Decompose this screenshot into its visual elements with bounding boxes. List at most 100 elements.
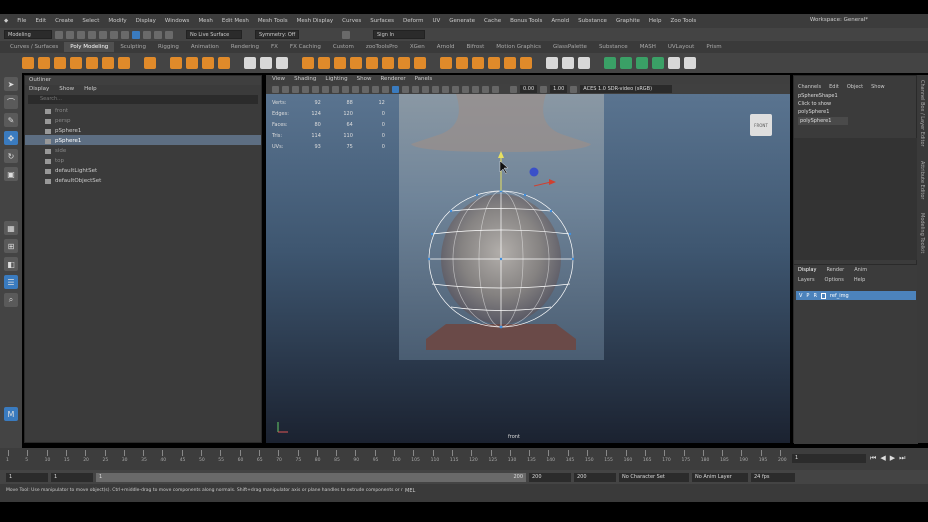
menu-item-help[interactable]: Help: [649, 18, 662, 24]
view-cube[interactable]: FRONT: [750, 114, 772, 136]
outliner-item[interactable]: defaultObjectSet: [25, 175, 261, 185]
outliner-layout-icon[interactable]: ☰: [4, 275, 18, 289]
paint-select-icon[interactable]: ✎: [4, 113, 18, 127]
cb-input-node-2[interactable]: polySphere1: [798, 117, 848, 125]
combine-icon[interactable]: [244, 57, 256, 69]
separate-icon[interactable]: [260, 57, 272, 69]
play-backward-icon[interactable]: ◀: [880, 454, 885, 462]
menu-item-surfaces[interactable]: Surfaces: [370, 18, 394, 24]
outliner-item[interactable]: persp: [25, 115, 261, 125]
outliner-item[interactable]: pSphere1: [25, 125, 261, 135]
shelf-tab-fx-caching[interactable]: FX Caching: [284, 42, 327, 52]
shelf-tab-poly-modeling[interactable]: Poly Modeling: [64, 42, 115, 52]
field-chart-icon[interactable]: [342, 85, 349, 93]
outliner-item[interactable]: pSphere1: [25, 135, 261, 145]
shelf-tab-prism[interactable]: Prism: [700, 42, 727, 52]
vp-menu-lighting[interactable]: Lighting: [325, 76, 347, 83]
shelf-tab-zootoolspro[interactable]: zooToolsPro: [360, 42, 404, 52]
side-tab-attribute-editor[interactable]: Attribute Editor: [919, 161, 925, 199]
playback-end-field[interactable]: 200: [529, 472, 571, 482]
outliner-item[interactable]: front: [25, 105, 261, 115]
render-icon[interactable]: [342, 30, 350, 39]
soft-mod-icon[interactable]: [562, 57, 574, 69]
search-icon[interactable]: ⌕: [4, 293, 18, 307]
tools-icon[interactable]: [684, 57, 696, 69]
snap-point-icon[interactable]: [165, 30, 173, 39]
shelf-tab-rendering[interactable]: Rendering: [225, 42, 265, 52]
menu-item-deform[interactable]: Deform: [403, 18, 423, 24]
undo-icon[interactable]: [88, 30, 96, 39]
menu-item-uv[interactable]: UV: [432, 18, 440, 24]
side-tab-channel-box[interactable]: Channel Box / Layer Editor: [919, 80, 925, 147]
end-time-field[interactable]: 200: [574, 472, 616, 482]
collapse-icon[interactable]: [472, 57, 484, 69]
extrude-icon[interactable]: [170, 57, 182, 69]
uv-unfold-icon[interactable]: [620, 57, 632, 69]
lights-icon[interactable]: [412, 85, 419, 93]
connect-icon[interactable]: [382, 57, 394, 69]
poly-platonic-icon[interactable]: [144, 57, 156, 69]
isolate-select-icon[interactable]: [462, 85, 469, 93]
workspace-selector[interactable]: Workspace: General*: [810, 17, 868, 23]
menu-item-mesh-tools[interactable]: Mesh Tools: [258, 18, 288, 24]
menu-item-arnold[interactable]: Arnold: [551, 18, 569, 24]
xray-icon[interactable]: [472, 85, 479, 93]
layer-menu-options[interactable]: Options: [825, 277, 844, 283]
textured-icon[interactable]: [402, 85, 409, 93]
mel-label[interactable]: MEL: [405, 488, 415, 494]
crease-icon[interactable]: [578, 57, 590, 69]
persp-outliner-icon[interactable]: ◧: [4, 257, 18, 271]
insert-loop-icon[interactable]: [440, 57, 452, 69]
wireframe-icon[interactable]: [372, 85, 379, 93]
poly-plane-icon[interactable]: [102, 57, 114, 69]
shelf-tab-bifrost[interactable]: Bifrost: [461, 42, 491, 52]
start-time-field[interactable]: 1: [6, 472, 48, 482]
poly-cube-icon[interactable]: [38, 57, 50, 69]
menu-item-bonus-tools[interactable]: Bonus Tools: [510, 18, 542, 24]
shadows-icon[interactable]: [422, 85, 429, 93]
shelf-tab-curves-surfaces[interactable]: Curves / Surfaces: [4, 42, 64, 52]
colorspace-dropdown[interactable]: ACES 1.0 SDR-video (sRGB): [580, 85, 673, 93]
menu-item-display[interactable]: Display: [136, 18, 156, 24]
symmetry-dropdown[interactable]: Symmetry: Off: [255, 30, 299, 39]
append-icon[interactable]: [334, 57, 346, 69]
uv-editor-icon[interactable]: [604, 57, 616, 69]
uv-layout-icon[interactable]: [636, 57, 648, 69]
viewport-canvas[interactable]: Verts: 92 88 12 Edges: 124 120 0 Faces: 80 64 0 Tris…: [266, 94, 790, 443]
image-plane-icon[interactable]: [292, 85, 299, 93]
shelf-tab-animation[interactable]: Animation: [185, 42, 225, 52]
shelf-tab-glasspalette[interactable]: GlassPalette: [547, 42, 593, 52]
select-hierarchy-icon[interactable]: [110, 30, 118, 39]
new-scene-icon[interactable]: [55, 30, 63, 39]
smooth-icon[interactable]: [276, 57, 288, 69]
gate-mask-icon[interactable]: [332, 85, 339, 93]
character-set-dropdown[interactable]: No Character Set: [619, 472, 689, 482]
menu-item-mesh-display[interactable]: Mesh Display: [297, 18, 334, 24]
poly-torus-icon[interactable]: [86, 57, 98, 69]
vp-menu-show[interactable]: Show: [357, 76, 372, 83]
xray-components-icon[interactable]: [492, 85, 499, 93]
outliner-item[interactable]: top: [25, 155, 261, 165]
cb-input-node[interactable]: polySphere1: [794, 108, 916, 116]
menu-item-windows[interactable]: Windows: [165, 18, 190, 24]
wireframe-on-shaded-icon[interactable]: [392, 85, 399, 93]
shelf-tab-mash[interactable]: MASH: [634, 42, 662, 52]
film-gate-icon[interactable]: [312, 85, 319, 93]
open-scene-icon[interactable]: [66, 30, 74, 39]
fps-dropdown[interactable]: 24 fps: [751, 472, 795, 482]
vp-menu-renderer[interactable]: Renderer: [380, 76, 405, 83]
layer-menu-layers[interactable]: Layers: [798, 277, 815, 283]
gamma-icon[interactable]: [540, 85, 548, 93]
maya-m-icon[interactable]: M: [4, 407, 18, 421]
bridge-icon[interactable]: [186, 57, 198, 69]
menu-item-select[interactable]: Select: [82, 18, 99, 24]
vp-menu-panels[interactable]: Panels: [415, 76, 433, 83]
menu-item-graphite[interactable]: Graphite: [616, 18, 640, 24]
mode-dropdown[interactable]: Modeling: [4, 30, 52, 39]
move-tool-icon[interactable]: ✥: [4, 131, 18, 145]
scale-tool-icon[interactable]: ▣: [4, 167, 18, 181]
cb-menu-channels[interactable]: Channels: [798, 84, 821, 90]
color-management-icon[interactable]: [570, 85, 578, 93]
go-to-end-icon[interactable]: ⏭: [899, 454, 905, 463]
menu-item-edit[interactable]: Edit: [35, 18, 46, 24]
